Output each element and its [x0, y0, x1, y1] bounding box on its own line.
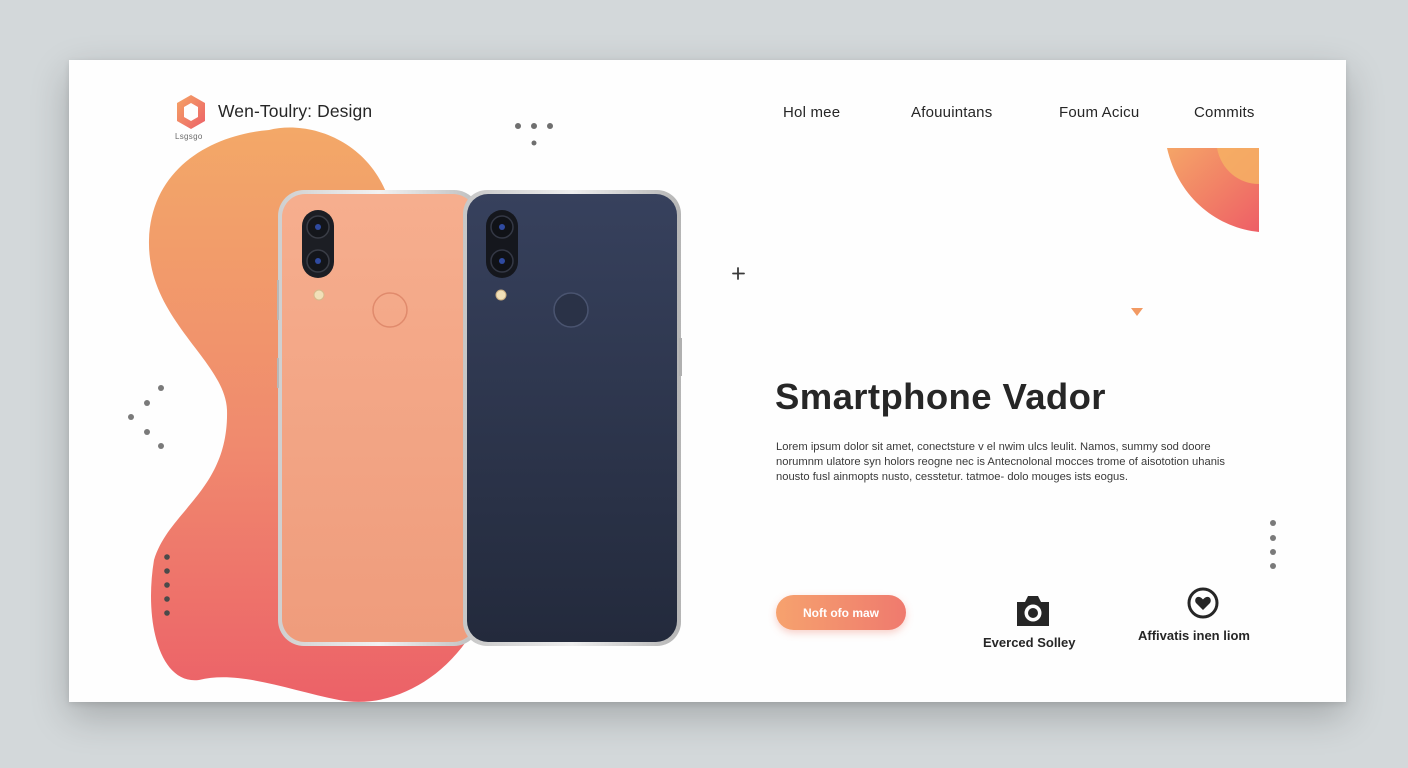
camera-module	[486, 210, 518, 278]
logo-subtext: Lsgsgo	[175, 132, 203, 141]
nav-item-4[interactable]: Commits	[1194, 104, 1255, 121]
flash-icon	[495, 289, 507, 301]
hexagon-logo-icon[interactable]	[174, 93, 208, 131]
phone-navy-back	[463, 190, 682, 646]
plus-icon	[732, 267, 745, 280]
nav-item-2[interactable]: Afouuintans	[911, 104, 992, 121]
feature-label-2: Affivatis inen liom	[1138, 628, 1250, 643]
brand-name[interactable]: Wen-Toulry: Design	[218, 101, 372, 122]
dots-top-decor	[515, 123, 553, 146]
dots-right-decor	[1270, 520, 1276, 569]
nav-item-home[interactable]: Hol mee	[783, 104, 840, 121]
fingerprint-sensor	[553, 292, 589, 328]
landing-page-card: Lsgsgo Wen-Toulry: Design Hol mee Afouui…	[69, 60, 1346, 702]
flash-icon	[313, 289, 325, 301]
feature-label-1: Everced Solley	[983, 635, 1076, 650]
corner-quarter-circle-shape	[1167, 148, 1259, 232]
decorative-shapes	[128, 123, 1276, 702]
hero-body-text: Lorem ipsum dolor sit amet, conectsture …	[776, 441, 1225, 483]
camera-icon	[1017, 596, 1049, 626]
camera-module	[302, 210, 334, 278]
cta-button[interactable]: Noft ofo maw	[776, 595, 906, 630]
hero-title: Smartphone Vador	[775, 376, 1106, 417]
heart-badge-icon	[1187, 587, 1219, 619]
dots-left-decor	[128, 385, 164, 449]
triangle-marker-shape	[1131, 308, 1143, 316]
nav-item-3[interactable]: Foum Acicu	[1059, 104, 1139, 121]
phone-peach-back	[277, 190, 480, 646]
